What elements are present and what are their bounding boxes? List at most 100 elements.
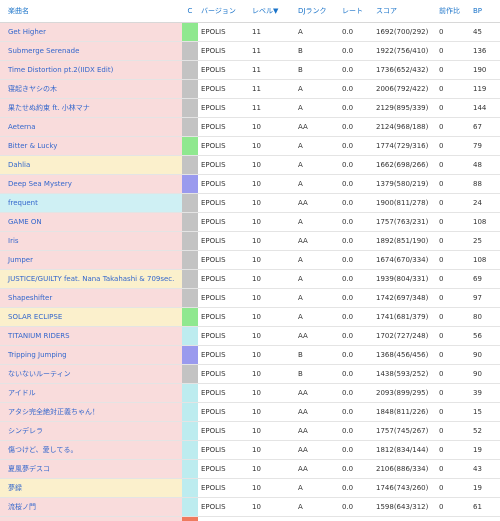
level-cell: 10 <box>249 365 295 384</box>
clear-lamp-swatch <box>182 441 198 459</box>
level-cell: 11 <box>249 23 295 42</box>
score-cell: 1736(652/432) <box>373 61 436 80</box>
table-row[interactable]: Bitter & LuckyEPOLIS10A0.01774(729/316)0… <box>0 137 500 156</box>
version-cell: EPOLIS <box>198 232 249 251</box>
table-row[interactable]: 傷つけど、愛してる。EPOLIS10AA0.01812(834/144)019 <box>0 441 500 460</box>
level-cell: 10 <box>249 403 295 422</box>
table-row[interactable]: JumperEPOLIS10A0.01674(670/334)0108 <box>0 251 500 270</box>
song-title-link[interactable]: GAME ON <box>0 213 182 232</box>
table-row[interactable]: DahliaEPOLIS10A0.01662(698/266)048 <box>0 156 500 175</box>
table-row[interactable]: ないないルーティンEPOLIS10B0.01438(593/252)090 <box>0 365 500 384</box>
table-row[interactable]: ShapeshifterEPOLIS10A0.01742(697/348)097 <box>0 289 500 308</box>
song-title-link[interactable]: frequent <box>0 194 182 213</box>
clear-lamp-swatch <box>182 80 198 98</box>
song-title-link[interactable]: Aeterna <box>0 118 182 137</box>
level-cell: 10 <box>249 460 295 479</box>
song-title-link[interactable]: Time Distortion pt.2(IIDX Edit) <box>0 61 182 80</box>
clear-lamp <box>182 422 198 441</box>
table-row[interactable]: AeternaEPOLIS10AA0.02124(968/188)067 <box>0 118 500 137</box>
level-cell: 10 <box>249 232 295 251</box>
table-row[interactable]: Tripping JumpingEPOLIS10B0.01368(456/456… <box>0 346 500 365</box>
song-title-link[interactable]: Jumper <box>0 251 182 270</box>
table-row[interactable]: 寝起きヤシの木EPOLIS11A0.02006(792/422)0119 <box>0 80 500 99</box>
song-title-link[interactable]: 傷つけど、愛してる。 <box>0 441 182 460</box>
table-row[interactable]: GAME ONEPOLIS10A0.01757(763/231)0108 <box>0 213 500 232</box>
table-row[interactable]: 夏風夢デスコEPOLIS10AA0.02106(886/334)043 <box>0 460 500 479</box>
table-row[interactable]: SOLAR ECLIPSEEPOLIS10A0.01741(681/379)08… <box>0 308 500 327</box>
djrank-cell: AA <box>295 232 339 251</box>
table-row[interactable]: Deep Sea MysteryEPOLIS10A0.01379(580/219… <box>0 175 500 194</box>
prev-diff-cell: 0 <box>436 175 470 194</box>
prev-diff-cell: 0 <box>436 327 470 346</box>
song-title-link[interactable]: SOLAR ECLIPSE <box>0 308 182 327</box>
table-row[interactable]: frequentEPOLIS10AA0.01900(811/278)024 <box>0 194 500 213</box>
prev-diff-cell: 0 <box>436 42 470 61</box>
score-cell: 1662(698/266) <box>373 156 436 175</box>
song-title-link[interactable]: JUSTICE/GUILTY feat. Nana Takahashi & 70… <box>0 270 182 289</box>
clear-lamp-swatch <box>182 384 198 402</box>
header-version[interactable]: バージョン <box>198 0 249 23</box>
partial-cell <box>0 517 182 521</box>
prev-diff-cell: 0 <box>436 346 470 365</box>
djrank-cell: A <box>295 80 339 99</box>
rate-cell: 0.0 <box>339 384 373 403</box>
header-title[interactable]: 楽曲名 <box>0 0 182 23</box>
header-rate[interactable]: レート <box>339 0 373 23</box>
song-title-link[interactable]: Get Higher <box>0 23 182 42</box>
song-title-link[interactable]: ないないルーティン <box>0 365 182 384</box>
prev-diff-cell: 0 <box>436 23 470 42</box>
score-cell: 1848(811/226) <box>373 403 436 422</box>
table-row[interactable]: シンデレラEPOLIS10AA0.01757(745/267)052 <box>0 422 500 441</box>
song-title-link[interactable]: Submerge Serenade <box>0 42 182 61</box>
rate-cell: 0.0 <box>339 251 373 270</box>
table-row[interactable]: Get HigherEPOLIS11A0.01692(700/292)045 <box>0 23 500 42</box>
prev-diff-cell: 0 <box>436 460 470 479</box>
header-clear[interactable]: C <box>182 0 198 23</box>
table-row[interactable]: 果たせぬ約束 ft. 小林マナEPOLIS11A0.02129(895/339)… <box>0 99 500 118</box>
song-title-link[interactable]: シンデレラ <box>0 422 182 441</box>
prev-diff-cell: 0 <box>436 308 470 327</box>
song-title-link[interactable]: 流桜ノ門 <box>0 498 182 517</box>
song-title-link[interactable]: Iris <box>0 232 182 251</box>
table-row[interactable]: Submerge SerenadeEPOLIS11B0.01922(756/41… <box>0 42 500 61</box>
djrank-cell: A <box>295 308 339 327</box>
version-cell: EPOLIS <box>198 498 249 517</box>
clear-lamp-swatch <box>182 479 198 497</box>
rate-cell: 0.0 <box>339 42 373 61</box>
level-cell: 10 <box>249 441 295 460</box>
song-title-link[interactable]: Shapeshifter <box>0 289 182 308</box>
clear-lamp <box>182 327 198 346</box>
header-score[interactable]: スコア <box>373 0 436 23</box>
song-title-link[interactable]: TITANIUM RIDERS <box>0 327 182 346</box>
song-title-link[interactable]: 寝起きヤシの木 <box>0 80 182 99</box>
table-row[interactable]: TITANIUM RIDERSEPOLIS10AA0.01702(727/248… <box>0 327 500 346</box>
level-cell: 10 <box>249 289 295 308</box>
table-row[interactable]: Time Distortion pt.2(IIDX Edit)EPOLIS11B… <box>0 61 500 80</box>
version-cell: EPOLIS <box>198 460 249 479</box>
table-row[interactable]: JUSTICE/GUILTY feat. Nana Takahashi & 70… <box>0 270 500 289</box>
bp-cell: 43 <box>470 460 500 479</box>
table-row[interactable]: IrisEPOLIS10AA0.01892(851/190)025 <box>0 232 500 251</box>
level-cell: 10 <box>249 251 295 270</box>
clear-lamp-swatch <box>182 99 198 117</box>
song-title-link[interactable]: アタシ完全絶対正義ちゃん！ <box>0 403 182 422</box>
clear-lamp-swatch <box>182 232 198 250</box>
clear-lamp <box>182 517 198 521</box>
partial-cell <box>373 517 436 521</box>
table-row[interactable]: アイドルEPOLIS10AA0.02093(899/295)039 <box>0 384 500 403</box>
song-title-link[interactable]: 果たせぬ約束 ft. 小林マナ <box>0 99 182 118</box>
song-title-link[interactable]: Dahlia <box>0 156 182 175</box>
header-level[interactable]: レベル▼ <box>249 0 295 23</box>
song-title-link[interactable]: Tripping Jumping <box>0 346 182 365</box>
song-title-link[interactable]: Deep Sea Mystery <box>0 175 182 194</box>
header-bp[interactable]: BP <box>470 0 500 23</box>
djrank-cell: A <box>295 498 339 517</box>
song-title-link[interactable]: Bitter & Lucky <box>0 137 182 156</box>
level-cell: 10 <box>249 118 295 137</box>
header-djrank[interactable]: DJランク <box>295 0 339 23</box>
table-row[interactable]: アタシ完全絶対正義ちゃん！EPOLIS10AA0.01848(811/226)0… <box>0 403 500 422</box>
header-prev[interactable]: 前作比 <box>436 0 470 23</box>
table-row[interactable]: 流桜ノ門EPOLIS10A0.01598(643/312)061 <box>0 498 500 517</box>
song-title-link[interactable]: 夏風夢デスコ <box>0 460 182 479</box>
song-title-link[interactable]: アイドル <box>0 384 182 403</box>
